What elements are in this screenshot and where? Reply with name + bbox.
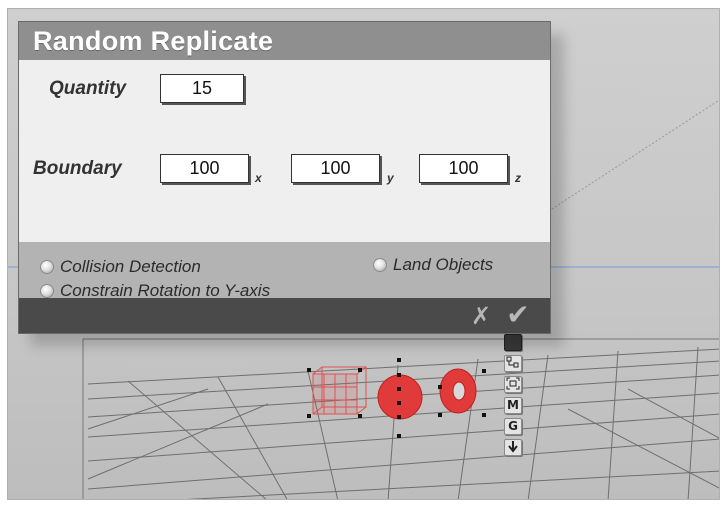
- land-objects-label: Land Objects: [393, 255, 494, 274]
- constrain-rotation-radio[interactable]: [40, 284, 54, 298]
- x-icon: ✗: [470, 302, 492, 330]
- ground-grid: [87, 346, 719, 499]
- torus-hole: [452, 381, 466, 401]
- land-objects-option[interactable]: Land Objects: [373, 255, 493, 275]
- quantity-label: Quantity: [49, 78, 127, 99]
- random-replicate-dialog: Random Replicate Quantity 15 Boundary 10…: [18, 21, 551, 334]
- collision-detection-label: Collision Detection: [60, 257, 201, 276]
- axis-y-label: y: [387, 171, 394, 185]
- dialog-body: Quantity 15 Boundary 100 x 100 y 100 z: [19, 60, 550, 242]
- frame-object-icon[interactable]: [504, 376, 522, 393]
- collision-detection-radio[interactable]: [40, 260, 54, 274]
- red-sphere: [377, 374, 423, 420]
- quantity-input[interactable]: 15: [160, 74, 244, 103]
- boundary-label: Boundary: [33, 158, 122, 179]
- boundary-x-input[interactable]: 100: [160, 154, 249, 183]
- axis-x-label: x: [255, 171, 262, 185]
- dialog-titlebar[interactable]: Random Replicate: [19, 22, 550, 61]
- boundary-y-input[interactable]: 100: [291, 154, 380, 183]
- options-panel: Collision Detection Constrain Rotation t…: [19, 242, 550, 300]
- ok-button[interactable]: ✔: [503, 300, 533, 330]
- frame-object-icon-glyph: [506, 377, 520, 390]
- axis-z-label: z: [515, 171, 521, 185]
- dialog-title: Random Replicate: [33, 26, 274, 56]
- hierarchy-icon-glyph: [506, 356, 519, 368]
- dialog-footer: ✗ ✔: [19, 298, 550, 333]
- group-icon[interactable]: G: [504, 418, 522, 435]
- down-arrow-glyph: [508, 441, 518, 453]
- land-objects-radio[interactable]: [373, 258, 387, 272]
- drop-to-floor-icon[interactable]: [504, 439, 522, 456]
- material-icon[interactable]: M: [504, 397, 522, 414]
- cancel-button[interactable]: ✗: [469, 302, 493, 330]
- collision-detection-option[interactable]: Collision Detection: [40, 257, 201, 277]
- hierarchy-icon[interactable]: [504, 355, 522, 372]
- boundary-z-input[interactable]: 100: [419, 154, 508, 183]
- wireframe-cube: [312, 366, 367, 415]
- check-icon: ✔: [506, 298, 530, 331]
